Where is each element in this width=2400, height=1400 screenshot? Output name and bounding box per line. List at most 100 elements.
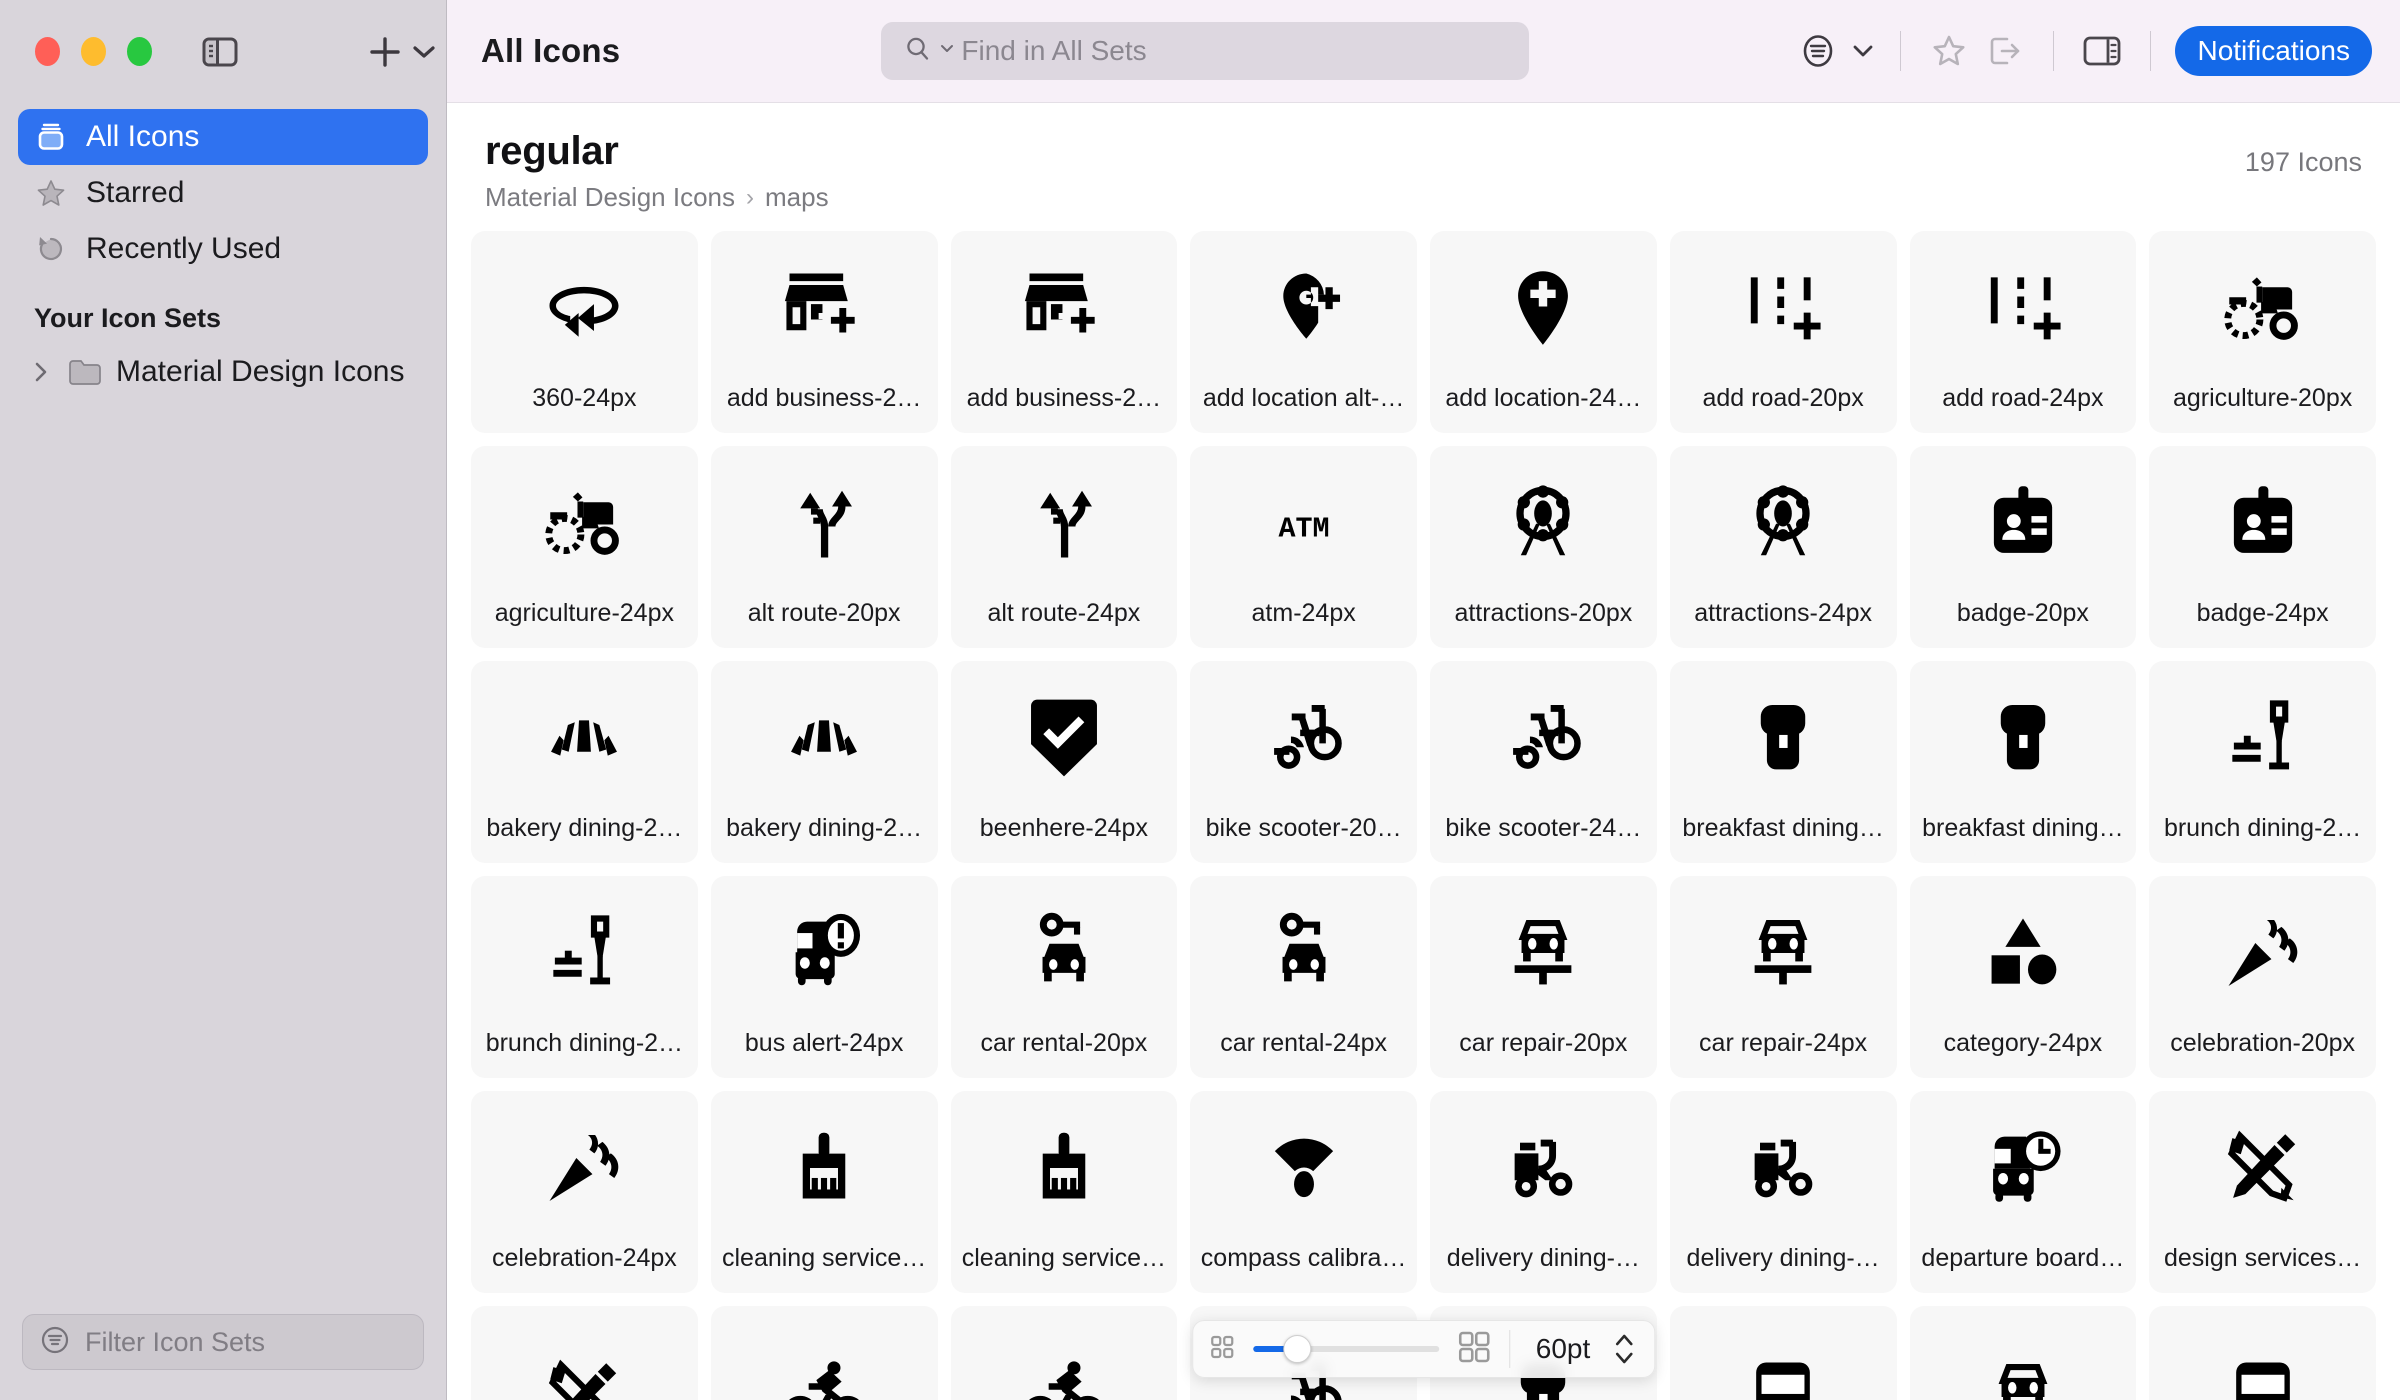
bikescooter-icon bbox=[1190, 661, 1417, 814]
icon-grid-scroll[interactable]: 360-24px add business-2… add business-2… ad… bbox=[447, 223, 2400, 1400]
icon-cell[interactable]: category-24px bbox=[1909, 876, 2137, 1078]
icon-cell[interactable]: bike scooter-24… bbox=[1430, 661, 1657, 863]
export-button[interactable] bbox=[1977, 23, 2033, 79]
app-window: All Icons Starred Recently Used Your Ico… bbox=[0, 0, 2400, 1400]
breakfast-icon bbox=[1910, 661, 2137, 814]
icon-cell[interactable]: car rental-24px bbox=[1190, 876, 1417, 1078]
icon-cell[interactable]: delivery dining-… bbox=[1669, 1091, 1897, 1293]
icon-cell[interactable] bbox=[1669, 1306, 1897, 1400]
altroute-icon bbox=[951, 446, 1178, 599]
sidebar-item-recently-used[interactable]: Recently Used bbox=[18, 221, 428, 277]
carrental-icon bbox=[951, 876, 1178, 1029]
icon-cell[interactable]: add road-24px bbox=[1909, 231, 2137, 433]
icon-cell[interactable]: alt route-24px bbox=[950, 446, 1178, 648]
breadcrumb-item-root[interactable]: Material Design Icons bbox=[485, 182, 735, 213]
icon-cell-label: add business-2… bbox=[726, 384, 922, 412]
icon-cell[interactable]: delivery dining-… bbox=[1430, 1091, 1657, 1293]
agriculture-icon bbox=[2149, 231, 2376, 384]
icon-cell[interactable]: breakfast dining… bbox=[1669, 661, 1897, 863]
icon-cell[interactable]: bus alert-24px bbox=[710, 876, 938, 1078]
icon-cell[interactable]: bakery dining-2… bbox=[710, 661, 938, 863]
sidebar-toggle-icon[interactable] bbox=[197, 29, 242, 75]
sidebar-item-all-icons[interactable]: All Icons bbox=[18, 109, 428, 165]
breadcrumb-item-current[interactable]: maps bbox=[765, 182, 829, 213]
agriculture-icon bbox=[471, 446, 698, 599]
icon-cell[interactable]: alt route-20px bbox=[710, 446, 938, 648]
close-button[interactable] bbox=[35, 37, 61, 66]
chevron-down-icon[interactable] bbox=[401, 29, 446, 75]
search-scope-chevron-down-icon[interactable] bbox=[939, 42, 955, 61]
icon-cell[interactable]: agriculture-24px bbox=[471, 446, 698, 648]
sidebar-item-starred[interactable]: Starred bbox=[18, 165, 428, 221]
sidebar-item-material-design-icons[interactable]: Material Design Icons bbox=[18, 344, 428, 400]
inspector-toggle-button[interactable] bbox=[2074, 23, 2130, 79]
icon-cell[interactable]: add business-2… bbox=[950, 231, 1178, 433]
addbusiness-icon bbox=[711, 231, 938, 384]
icon-cell-label: add road-20px bbox=[1702, 384, 1864, 412]
sidebar-set-label: Material Design Icons bbox=[116, 355, 405, 388]
minimize-button[interactable] bbox=[81, 37, 107, 66]
atm-icon: ATM bbox=[1190, 446, 1417, 599]
icon-cell[interactable]: add road-20px bbox=[1669, 231, 1897, 433]
icon-cell[interactable]: beenhere-24px bbox=[950, 661, 1178, 863]
icon-cell[interactable] bbox=[471, 1306, 698, 1400]
bus-icon bbox=[1670, 1306, 1897, 1400]
icon-cell[interactable]: add location-24… bbox=[1430, 231, 1657, 433]
icon-cell[interactable]: attractions-24px bbox=[1669, 446, 1897, 648]
zoom-button[interactable] bbox=[127, 37, 153, 66]
grid-small-icon[interactable] bbox=[1207, 1332, 1237, 1367]
icon-cell[interactable]: celebration-24px bbox=[471, 1091, 698, 1293]
icon-cell-label: breakfast dining… bbox=[1682, 814, 1884, 842]
icon-cell[interactable]: departure board… bbox=[1909, 1091, 2137, 1293]
icon-cell[interactable] bbox=[710, 1306, 938, 1400]
icon-cell[interactable] bbox=[2149, 1306, 2376, 1400]
icon-cell[interactable]: compass calibra… bbox=[1190, 1091, 1417, 1293]
icon-cell[interactable]: cleaning service… bbox=[950, 1091, 1178, 1293]
icon-cell[interactable] bbox=[950, 1306, 1178, 1400]
category-icon bbox=[1910, 876, 2137, 1029]
filter-icon-sets-input[interactable]: Filter Icon Sets bbox=[22, 1314, 424, 1370]
grid-large-icon[interactable] bbox=[1455, 1328, 1493, 1371]
icon-cell[interactable]: 360-24px bbox=[471, 231, 698, 433]
icon-cell[interactable]: add location alt-… bbox=[1190, 231, 1417, 433]
icon-cell[interactable]: add business-2… bbox=[710, 231, 938, 433]
icon-cell[interactable]: car repair-20px bbox=[1430, 876, 1657, 1078]
view-options-button[interactable] bbox=[1790, 23, 1846, 79]
icon-cell[interactable]: bike scooter-20… bbox=[1190, 661, 1417, 863]
icon-cell[interactable]: celebration-20px bbox=[2149, 876, 2376, 1078]
icon-cell[interactable]: attractions-20px bbox=[1430, 446, 1657, 648]
icon-cell[interactable]: brunch dining-2… bbox=[471, 876, 698, 1078]
icon-cell[interactable]: badge-20px bbox=[1909, 446, 2137, 648]
icon-cell-label: badge-20px bbox=[1956, 599, 2089, 627]
icon-cell-label: car rental-20px bbox=[980, 1029, 1148, 1057]
notifications-button[interactable]: Notifications bbox=[2175, 26, 2372, 76]
addroad-icon bbox=[1910, 231, 2137, 384]
chevron-right-icon[interactable] bbox=[28, 359, 54, 385]
icon-cell[interactable]: car repair-24px bbox=[1669, 876, 1897, 1078]
icon-cell[interactable]: cleaning service… bbox=[710, 1091, 938, 1293]
icon-cell[interactable]: design services… bbox=[2149, 1091, 2376, 1293]
slider-knob[interactable] bbox=[1282, 1335, 1311, 1363]
icon-cell[interactable]: breakfast dining… bbox=[1909, 661, 2137, 863]
icon-cell[interactable]: agriculture-20px bbox=[2149, 231, 2376, 433]
icon-cell[interactable] bbox=[1909, 1306, 2137, 1400]
icon-cell[interactable]: car rental-20px bbox=[950, 876, 1178, 1078]
main-area: All Icons Find in All Sets Notifications… bbox=[447, 0, 2400, 1400]
search-input[interactable]: Find in All Sets bbox=[881, 22, 1530, 80]
icon-cell-label: add location-24… bbox=[1445, 384, 1642, 412]
icon-cell-label: car repair-24px bbox=[1699, 1029, 1868, 1057]
icon-size-value: 60pt bbox=[1535, 1333, 1591, 1364]
design-icon bbox=[471, 1306, 698, 1400]
attractions-icon bbox=[1670, 446, 1897, 599]
cleaning-icon bbox=[951, 1091, 1178, 1244]
icon-cell-label: delivery dining-… bbox=[1446, 1244, 1640, 1272]
icon-cell[interactable]: bakery dining-2… bbox=[471, 661, 698, 863]
view-options-chevron-down-icon[interactable] bbox=[1846, 23, 1880, 79]
icon-cell[interactable]: badge-24px bbox=[2149, 446, 2376, 648]
icon-size-slider[interactable] bbox=[1252, 1335, 1439, 1363]
delivery-icon bbox=[1670, 1091, 1897, 1244]
icon-cell[interactable]: brunch dining-2… bbox=[2149, 661, 2376, 863]
icon-cell[interactable]: ATM atm-24px bbox=[1190, 446, 1417, 648]
star-button[interactable] bbox=[1921, 23, 1977, 79]
stepper-updown-icon[interactable] bbox=[1612, 1329, 1640, 1369]
